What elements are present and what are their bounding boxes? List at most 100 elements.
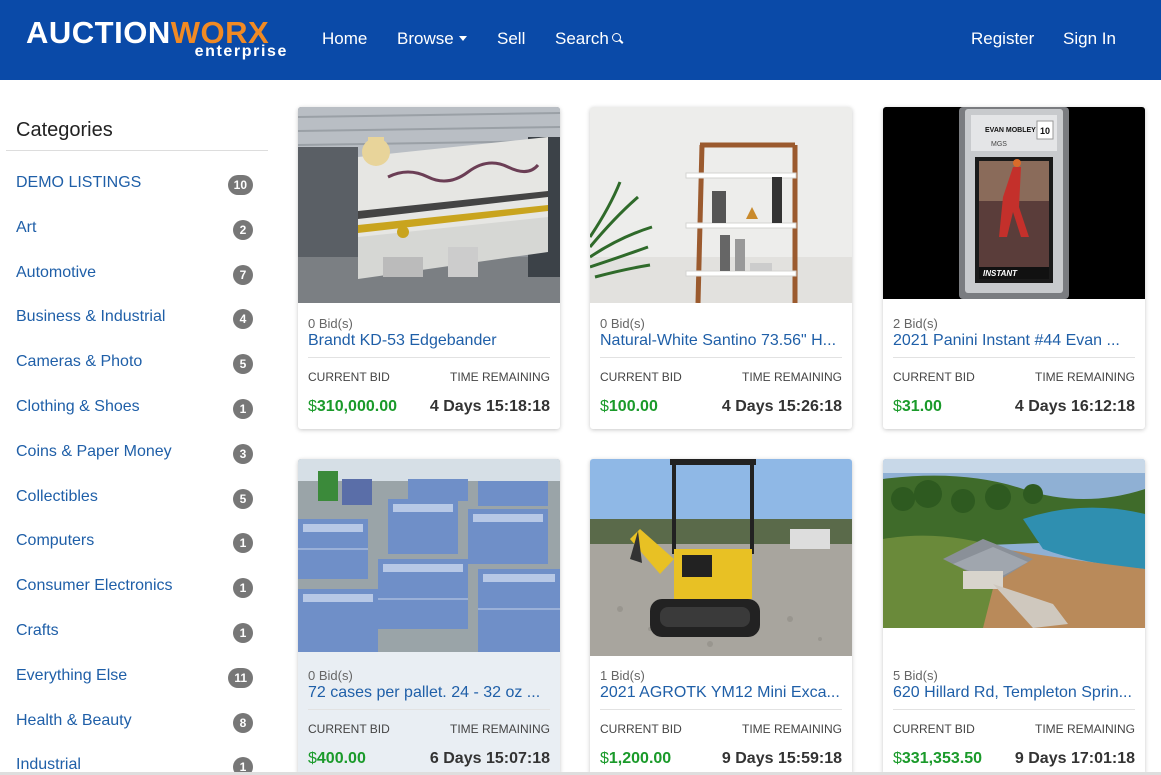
listing-image-water-pallets[interactable] (298, 459, 560, 652)
listing-title-link[interactable]: Brandt KD-53 Edgebander (308, 331, 550, 351)
price-amount: 400.00 (316, 750, 366, 767)
listing-title-link[interactable]: 72 cases per pallet. 24 - 32 oz ... (308, 683, 550, 703)
nav-home-link[interactable]: Home (322, 29, 367, 49)
logo-text-auction: AUCTION (26, 15, 171, 50)
categories-heading: Categories (16, 119, 113, 141)
listing-card[interactable]: EVAN MOBLEY 10 MGS INSTANT 2 Bid(s) 2021… (883, 107, 1145, 429)
category-item[interactable]: Computers 1 (6, 523, 268, 568)
listing-image-house[interactable] (883, 459, 1145, 628)
category-count-badge: 1 (233, 578, 253, 599)
bid-count: 2 Bid(s) (893, 316, 938, 331)
category-label: Business & Industrial (16, 308, 166, 326)
category-item[interactable]: Health & Beauty 8 (6, 703, 268, 748)
current-bid-label: CURRENT BID (893, 722, 975, 736)
category-item[interactable]: Industrial 1 (6, 747, 268, 775)
trading-card-photo: EVAN MOBLEY 10 MGS INSTANT (883, 107, 1145, 299)
category-item[interactable]: Everything Else 11 (6, 658, 268, 703)
category-count-badge: 10 (227, 175, 253, 195)
current-bid-label: CURRENT BID (893, 370, 975, 384)
divider (600, 709, 842, 710)
nav-browse-dropdown[interactable]: Browse (397, 29, 467, 49)
current-bid-value: $310,000.00 (308, 397, 397, 417)
price-amount: 100.00 (608, 398, 658, 415)
nav-sell-link[interactable]: Sell (497, 29, 525, 49)
time-remaining-value: 9 Days 15:59:18 (721, 750, 842, 767)
listing-card-body: 2 Bid(s) 2021 Panini Instant #44 Evan ..… (883, 299, 1145, 429)
listing-card[interactable]: 5 Bid(s) 620 Hillard Rd, Templeton Sprin… (883, 459, 1145, 775)
card-brand-text: MGS (991, 141, 1007, 148)
category-item[interactable]: Consumer Electronics 1 (6, 568, 268, 613)
register-link[interactable]: Register (971, 29, 1034, 49)
current-bid-value: $331,353.50 (893, 749, 982, 769)
category-item[interactable]: Automotive 7 (6, 255, 268, 300)
listing-title-link[interactable]: Natural-White Santino 73.56" H... (600, 331, 842, 351)
time-remaining-value: 4 Days 15:26:18 (721, 398, 842, 415)
listing-image-mini-excavator[interactable] (590, 459, 852, 656)
top-navbar: AUCTIONWORX enterprise Home Browse Sell … (0, 0, 1161, 80)
divider (308, 357, 550, 358)
listing-card[interactable]: 1 Bid(s) 2021 AGROTK YM12 Mini Exca... C… (590, 459, 852, 775)
current-bid-value: $31.00 (893, 397, 942, 417)
time-remaining-label: TIME REMAINING (1034, 370, 1135, 384)
currency-symbol: $ (308, 398, 317, 415)
current-bid-label: CURRENT BID (600, 370, 682, 384)
category-count-badge: 5 (233, 354, 253, 375)
category-count-badge: 1 (233, 398, 253, 419)
listing-title-link[interactable]: 2021 Panini Instant #44 Evan ... (893, 331, 1135, 351)
listing-image-shelf[interactable] (590, 107, 852, 303)
category-label: Automotive (16, 263, 97, 281)
bid-count: 0 Bid(s) (600, 316, 645, 331)
divider (893, 709, 1135, 710)
listing-card[interactable]: 0 Bid(s) 72 cases per pallet. 24 - 32 oz… (298, 459, 560, 775)
category-item[interactable]: Business & Industrial 4 (6, 299, 268, 344)
listing-card-body: 5 Bid(s) 620 Hillard Rd, Templeton Sprin… (883, 628, 1145, 775)
time-remaining-value: 9 Days 17:01:18 (1014, 750, 1135, 767)
listing-image-edgebander[interactable] (298, 107, 560, 303)
category-label: Everything Else (16, 666, 128, 684)
category-item[interactable]: Crafts 1 (6, 613, 268, 658)
category-item[interactable]: DEMO LISTINGS 10 (6, 165, 268, 210)
currency-symbol: $ (893, 398, 902, 415)
nav-search-label: Search (555, 29, 609, 48)
currency-symbol: $ (893, 750, 902, 767)
auctionworx-logo[interactable]: AUCTIONWORX enterprise (26, 16, 288, 66)
card-label-text: EVAN MOBLEY (985, 127, 1036, 134)
listing-card[interactable]: 0 Bid(s) Natural-White Santino 73.56" H.… (590, 107, 852, 429)
listing-card[interactable]: 0 Bid(s) Brandt KD-53 Edgebander CURRENT… (298, 107, 560, 429)
bid-count: 1 Bid(s) (600, 668, 645, 683)
category-count-badge: 8 (233, 712, 253, 733)
nav-search-link[interactable]: Search (555, 29, 624, 49)
listing-title-link[interactable]: 620 Hillard Rd, Templeton Sprin... (893, 683, 1135, 703)
category-count-badge: 1 (233, 533, 253, 554)
card-player-name-text: INSTANT (983, 269, 1018, 278)
divider (600, 357, 842, 358)
house-aerial-photo (883, 459, 1145, 628)
water-pallets-photo (298, 459, 560, 652)
caret-down-icon (458, 36, 467, 42)
listing-card-body: 1 Bid(s) 2021 AGROTK YM12 Mini Exca... C… (590, 656, 852, 775)
listing-title-link[interactable]: 2021 AGROTK YM12 Mini Exca... (600, 683, 842, 703)
divider (893, 357, 1135, 358)
category-item[interactable]: Art 2 (6, 210, 268, 255)
category-count-badge: 5 (233, 488, 253, 509)
category-item[interactable]: Cameras & Photo 5 (6, 344, 268, 389)
category-label: Crafts (16, 621, 59, 639)
mini-excavator-photo (590, 459, 852, 656)
categories-sidebar: Categories DEMO LISTINGS 10 Art 2 Automoti… (6, 80, 268, 775)
time-remaining-label: TIME REMAINING (449, 722, 550, 736)
category-item[interactable]: Collectibles 5 (6, 479, 268, 524)
listing-card-body: 0 Bid(s) Natural-White Santino 73.56" H.… (590, 303, 852, 429)
bid-count: 0 Bid(s) (308, 668, 353, 683)
price-amount: 331,353.50 (901, 750, 982, 767)
category-item[interactable]: Clothing & Shoes 1 (6, 389, 268, 434)
category-label: DEMO LISTINGS (16, 174, 142, 191)
category-item[interactable]: Coins & Paper Money 3 (6, 434, 268, 479)
divider (6, 150, 268, 151)
bid-count: 0 Bid(s) (308, 316, 353, 331)
category-label: Clothing & Shoes (16, 397, 140, 415)
bid-count: 5 Bid(s) (893, 668, 938, 683)
listing-image-trading-card[interactable]: EVAN MOBLEY 10 MGS INSTANT (883, 107, 1145, 299)
category-count-badge: 3 (233, 443, 253, 464)
category-count-badge: 2 (233, 219, 253, 240)
sign-in-link[interactable]: Sign In (1063, 29, 1116, 49)
